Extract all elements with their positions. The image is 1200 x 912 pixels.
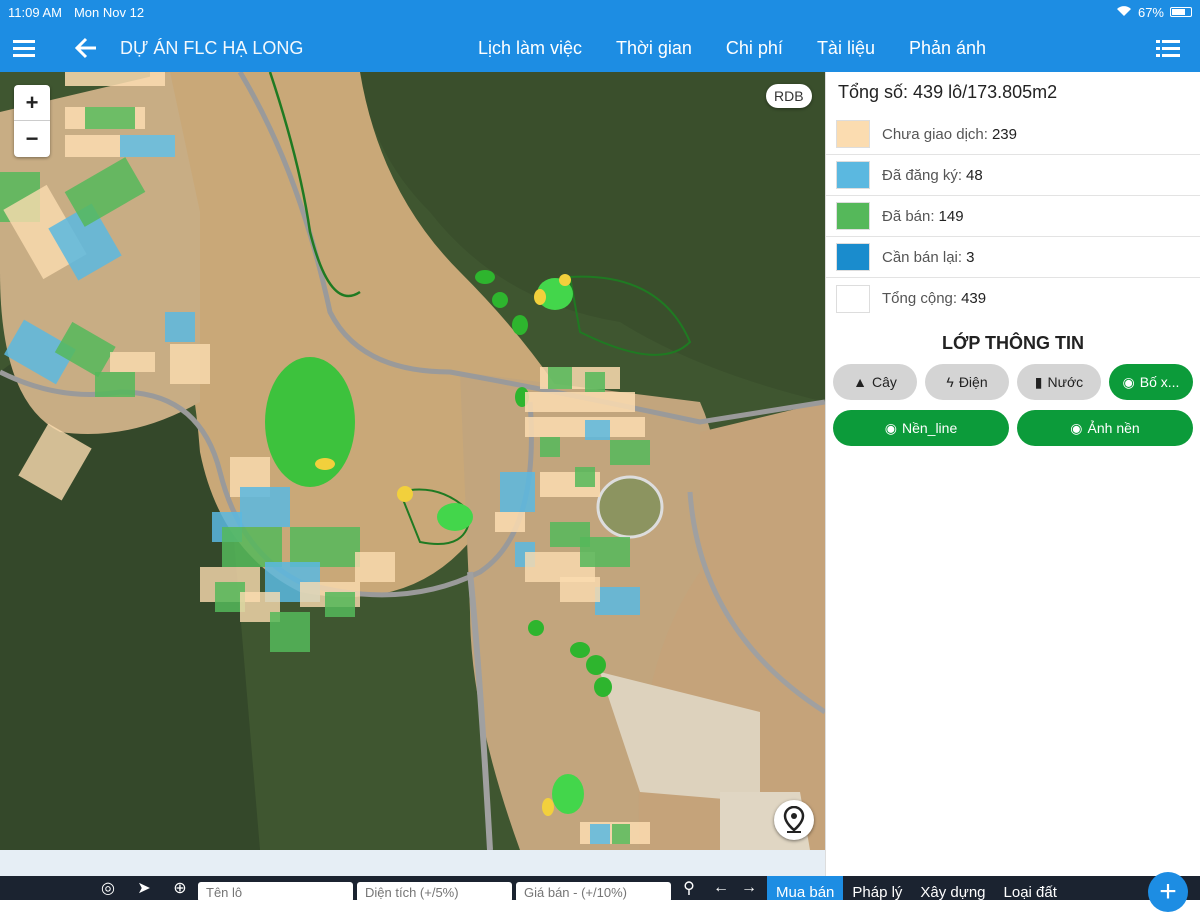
navigate-arrow-icon[interactable]: ➤ <box>126 878 162 898</box>
layer-anh-nen-button[interactable]: ◉ Ảnh nền <box>1017 410 1193 446</box>
total-summary: Tổng số: 439 lô/173.805m2 <box>838 82 1058 102</box>
zoom-in-button[interactable]: + <box>14 85 50 121</box>
eye-icon: ◉ <box>884 419 897 436</box>
layer-buttons-row-1: ▲ Cây ϟ Điện ▮ Nước ◉ Bố x... <box>826 364 1200 400</box>
layer-cay-button[interactable]: ▲ Cây <box>833 364 917 400</box>
layer-nen-line-button[interactable]: ◉ Nền_line <box>833 410 1009 446</box>
layer-bo-x-button[interactable]: ◉ Bố x... <box>1109 364 1193 400</box>
globe-icon[interactable]: ⊕ <box>162 878 198 898</box>
search-icon[interactable]: ⚲ <box>671 878 707 898</box>
rdb-button[interactable]: RDB <box>766 84 812 108</box>
map-canvas <box>0 72 825 850</box>
plus-icon: + <box>1159 875 1177 908</box>
zoom-out-button[interactable]: − <box>14 121 50 157</box>
bottom-toolbar: ◎ ➤ ⊕ ⚲ ← → Mua bán Pháp lý Xây dựng Loạ… <box>0 876 1200 900</box>
lightning-icon: ϟ <box>946 374 954 390</box>
eye-icon: ◉ <box>1070 419 1083 436</box>
wifi-icon <box>1116 5 1132 20</box>
location-target-icon[interactable]: ◎ <box>90 878 126 898</box>
legend-label: Chưa giao dịch: <box>882 125 988 143</box>
legend-swatch <box>836 243 870 271</box>
status-date: Mon Nov 12 <box>73 4 145 20</box>
nav-tai-lieu[interactable]: Tài liệu <box>817 38 892 59</box>
layer-section-title: LỚP THÔNG TIN <box>941 333 1085 353</box>
top-nav: Lịch làm việc Thời gian Chi phí Tài liệu… <box>478 38 1003 59</box>
layer-buttons-row-2: ◉ Nền_line ◉ Ảnh nền <box>826 410 1200 446</box>
tab-mua-ban[interactable]: Mua bán <box>767 876 844 900</box>
arrow-right-icon[interactable]: → <box>735 879 763 897</box>
water-icon: ▮ <box>1034 373 1043 390</box>
app-bar: DỰ ÁN FLC HẠ LONG Lịch làm việc Thời gia… <box>0 24 1200 72</box>
nav-lich-lam-viec[interactable]: Lịch làm việc <box>478 38 599 59</box>
back-arrow-icon[interactable] <box>62 24 110 72</box>
zoom-control: + − <box>14 85 50 157</box>
legend-label: Cần bán lại: <box>882 248 963 266</box>
info-panel: Tổng số: 439 lô/173.805m2 Chưa giao dịch… <box>825 72 1200 876</box>
legend-row-can-ban-lai: Cần bán lại: 3 <box>826 237 1200 278</box>
bottom-tabs: Mua bán Pháp lý Xây dựng Loại đất <box>767 876 1066 900</box>
add-button[interactable]: + <box>1148 872 1188 912</box>
satellite-map[interactable]: + − RDB <box>0 72 825 850</box>
price-input[interactable] <box>516 882 671 900</box>
status-time: 11:09 AM <box>8 4 62 20</box>
layer-nuoc-label: Nước <box>1047 374 1084 390</box>
legend-count: 149 <box>938 207 964 225</box>
map-footer-strip <box>0 850 825 876</box>
legend-label: Tổng cộng: <box>882 290 958 307</box>
battery-percent: 67% <box>1137 4 1164 20</box>
legend-label: Đã đăng ký: <box>882 166 963 184</box>
legend-label: Đã bán: <box>882 207 935 225</box>
legend-count: 239 <box>991 125 1017 143</box>
layer-bo-x-label: Bố x... <box>1139 374 1180 390</box>
lot-name-input[interactable] <box>198 882 353 900</box>
tab-xay-dung[interactable]: Xây dựng <box>911 876 994 900</box>
nav-phan-anh[interactable]: Phản ánh <box>909 38 1003 59</box>
nav-chi-phi[interactable]: Chi phí <box>726 38 800 59</box>
list-menu-icon[interactable] <box>1144 24 1192 72</box>
legend-swatch <box>836 284 870 313</box>
area-input[interactable] <box>357 882 512 900</box>
legend-swatch <box>836 161 870 189</box>
legend-row-chua-giao-dich: Chưa giao dịch: 239 <box>826 114 1200 155</box>
layer-nuoc-button[interactable]: ▮ Nước <box>1017 364 1101 400</box>
layer-nen-line-label: Nền_line <box>901 420 958 436</box>
legend-row-da-dang-ky: Đã đăng ký: 48 <box>826 155 1200 196</box>
project-title: DỰ ÁN FLC HẠ LONG <box>120 37 304 58</box>
legend-count: 3 <box>966 248 975 266</box>
layer-cay-label: Cây <box>871 374 897 390</box>
status-bar: 11:09 AM Mon Nov 12 67% <box>0 0 1200 24</box>
legend-row-tong-cong: Tổng cộng: 439 <box>826 278 1200 319</box>
tab-loai-dat[interactable]: Loại đất <box>995 876 1066 900</box>
location-pin-icon[interactable] <box>774 800 814 840</box>
lot-grid-bottom <box>580 822 650 844</box>
layer-dien-button[interactable]: ϟ Điện <box>925 364 1009 400</box>
legend-swatch <box>836 120 870 148</box>
eye-icon: ◉ <box>1122 373 1135 390</box>
tree-icon: ▲ <box>853 374 867 390</box>
layer-anh-nen-label: Ảnh nền <box>1087 420 1140 436</box>
legend-count: 48 <box>966 166 983 184</box>
nav-thoi-gian[interactable]: Thời gian <box>616 38 709 59</box>
arrow-left-icon[interactable]: ← <box>707 879 735 897</box>
legend-count: 439 <box>961 290 987 307</box>
hamburger-menu-icon[interactable] <box>0 24 48 72</box>
legend-row-da-ban: Đã bán: 149 <box>826 196 1200 237</box>
layer-dien-label: Điện <box>958 374 988 390</box>
tab-phap-ly[interactable]: Pháp lý <box>843 876 911 900</box>
legend-swatch <box>836 202 870 230</box>
battery-icon <box>1170 7 1192 17</box>
